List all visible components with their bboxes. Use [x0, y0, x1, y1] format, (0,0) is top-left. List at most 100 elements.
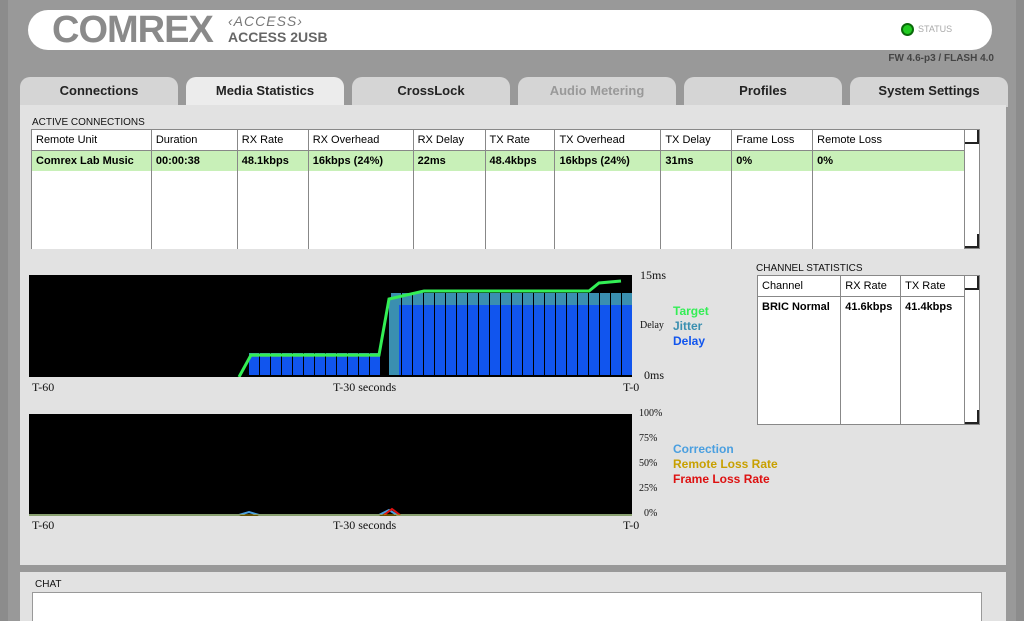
scroll-up-arrow[interactable]	[965, 130, 979, 144]
cell-duration: 00:00:38	[150, 150, 238, 171]
delay-chart-svg	[237, 279, 632, 378]
table-row[interactable]: Comrex Lab Music 00:00:38 48.1kbps 16kbp…	[31, 150, 965, 171]
col-remote-loss[interactable]: Remote Loss	[812, 129, 965, 151]
col-channel[interactable]: Channel	[756, 275, 842, 297]
col-rx-overhead[interactable]: RX Overhead	[307, 129, 414, 151]
cell-tx-overhead: 16kbps (24%)	[554, 150, 662, 171]
correction-line	[29, 508, 632, 516]
legend-jitter: Jitter	[673, 319, 703, 333]
delay-bar	[446, 305, 456, 375]
chat-input[interactable]	[32, 592, 982, 621]
delay-bar	[501, 305, 511, 375]
tab-system-settings[interactable]: System Settings	[850, 77, 1008, 107]
delay-x-mid: T-30 seconds	[333, 380, 397, 394]
tab-bar: Connections Media Statistics CrossLock A…	[20, 77, 1008, 107]
channel-scrollbar[interactable]	[964, 275, 980, 425]
product-name: ACCESS 2USB	[228, 29, 328, 45]
tab-profiles[interactable]: Profiles	[684, 77, 842, 107]
legend-target: Target	[673, 304, 709, 318]
loss-chart	[29, 414, 632, 516]
delay-bar	[402, 305, 412, 375]
delay-bar	[457, 305, 467, 375]
loss-scale-75: 75%	[639, 433, 658, 444]
col-frame-loss[interactable]: Frame Loss	[731, 129, 814, 151]
connections-scrollbar[interactable]	[964, 129, 980, 249]
delay-bar	[545, 305, 555, 375]
delay-bar	[479, 305, 489, 375]
table-header-row: Channel RX Rate TX Rate	[756, 275, 965, 297]
delay-bar	[556, 305, 566, 375]
col-remote-unit[interactable]: Remote Unit	[31, 129, 152, 151]
delay-bar	[348, 357, 358, 375]
access-logo: ‹ACCESS›	[228, 13, 303, 29]
delay-bar	[370, 357, 380, 375]
delay-bar	[589, 305, 599, 375]
loss-scale-50: 50%	[639, 458, 658, 469]
scroll-up-arrow[interactable]	[965, 276, 979, 290]
loss-x-right: T-0	[623, 518, 640, 532]
scroll-down-arrow[interactable]	[965, 410, 979, 424]
tab-connections[interactable]: Connections	[20, 77, 178, 107]
delay-bar	[293, 357, 303, 375]
loss-x-mid: T-30 seconds	[333, 518, 397, 532]
status-indicator-icon	[901, 23, 914, 36]
col-tx-overhead[interactable]: TX Overhead	[554, 129, 662, 151]
legend-remote-loss: Remote Loss Rate	[673, 457, 778, 471]
col-tx-delay[interactable]: TX Delay	[660, 129, 733, 151]
delay-bar	[337, 357, 347, 375]
delay-bar	[315, 357, 325, 375]
loss-scale-0: 0%	[644, 508, 658, 519]
cell-ch-tx-rate: 41.4kbps	[900, 296, 965, 317]
tab-media-statistics[interactable]: Media Statistics	[186, 77, 344, 107]
delay-x-left: T-60	[32, 380, 55, 394]
col-tx-rate[interactable]: TX Rate	[484, 129, 556, 151]
col-duration[interactable]: Duration	[150, 129, 238, 151]
loss-scale-100: 100%	[639, 408, 663, 419]
tab-audio-metering[interactable]: Audio Metering	[518, 77, 676, 107]
status-label: STATUS	[918, 24, 953, 34]
delay-bar	[512, 305, 522, 375]
cell-tx-rate: 48.4kbps	[484, 150, 556, 171]
delay-bar	[611, 305, 621, 375]
chat-title: CHAT	[35, 579, 62, 590]
table-row[interactable]: BRIC Normal 41.6kbps 41.4kbps	[756, 296, 965, 317]
delay-bar	[534, 305, 544, 375]
chat-panel: CHAT	[20, 572, 1006, 621]
active-connections-table: Remote Unit Duration RX Rate RX Overhead…	[31, 129, 965, 249]
media-statistics-panel: ACTIVE CONNECTIONS Remote Unit Duration …	[20, 105, 1006, 565]
delay-bar	[424, 305, 434, 375]
comrex-logo: COMREX	[52, 9, 214, 51]
delay-bar	[271, 357, 281, 375]
cell-ch-rx-rate: 41.6kbps	[840, 296, 902, 317]
table-empty-row	[31, 170, 965, 249]
delay-bar	[304, 357, 314, 375]
cell-rx-overhead: 16kbps (24%)	[307, 150, 414, 171]
cell-remote-unit: Comrex Lab Music	[31, 150, 152, 171]
legend-delay: Delay	[673, 334, 706, 348]
cell-remote-loss: 0%	[812, 150, 965, 171]
tab-crosslock[interactable]: CrossLock	[352, 77, 510, 107]
delay-bar	[260, 357, 270, 375]
delay-bar	[567, 305, 577, 375]
delay-bar	[282, 357, 292, 375]
col-ch-tx-rate[interactable]: TX Rate	[900, 275, 965, 297]
delay-mid-label: Delay	[640, 320, 664, 331]
delay-bottom-label: 0ms	[644, 368, 665, 382]
delay-chart	[29, 275, 632, 378]
delay-bar	[523, 305, 533, 375]
col-rx-rate[interactable]: RX Rate	[236, 129, 309, 151]
legend-correction: Correction	[673, 442, 734, 456]
delay-bar	[578, 305, 588, 375]
col-ch-rx-rate[interactable]: RX Rate	[840, 275, 902, 297]
delay-bar	[413, 305, 423, 375]
cell-channel: BRIC Normal	[756, 296, 842, 317]
delay-bar	[326, 357, 336, 375]
cell-tx-delay: 31ms	[660, 150, 733, 171]
col-rx-delay[interactable]: RX Delay	[412, 129, 486, 151]
table-header-row: Remote Unit Duration RX Rate RX Overhead…	[31, 129, 965, 151]
delay-bar	[249, 357, 259, 375]
delay-x-right: T-0	[623, 380, 640, 394]
cell-rx-delay: 22ms	[412, 150, 486, 171]
scroll-down-arrow[interactable]	[965, 234, 979, 248]
delay-top-label: 15ms	[640, 268, 667, 282]
